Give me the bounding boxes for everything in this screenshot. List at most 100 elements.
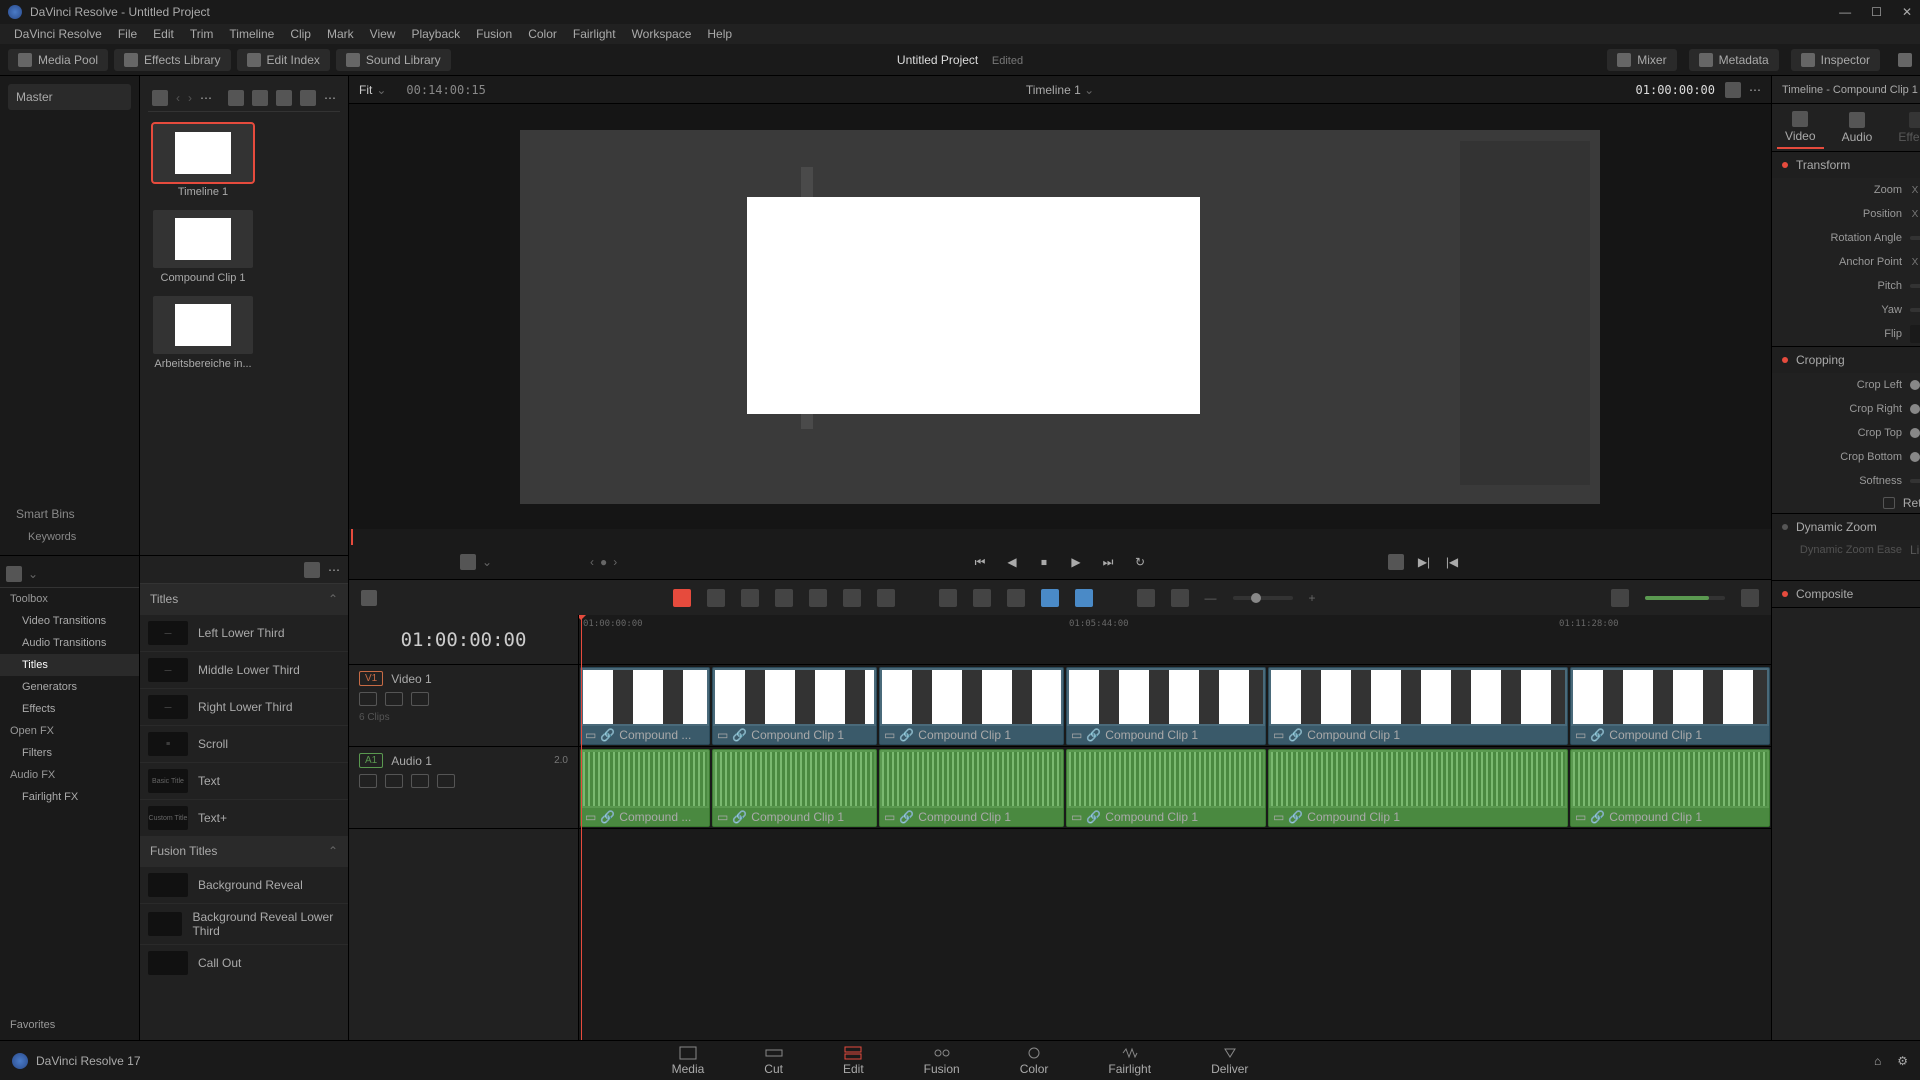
insp-tab-video[interactable]: Video xyxy=(1777,107,1823,149)
timeline-ruler[interactable]: 01:00:00:00 01:05:44:00 01:11:28:00 xyxy=(579,615,1771,665)
audio-lane[interactable]: ▭🔗Compound ...▭🔗Compound Clip 1▭🔗Compoun… xyxy=(579,747,1771,829)
dim-button[interactable] xyxy=(1741,589,1759,607)
transform-header[interactable]: Transform◆↺ xyxy=(1772,152,1920,178)
lock-audio-icon[interactable] xyxy=(359,774,377,788)
zoom-slider[interactable] xyxy=(1233,596,1293,600)
tree-toolbox[interactable]: Toolbox xyxy=(0,588,139,610)
timeline-playhead[interactable] xyxy=(581,615,582,1040)
lock-icon[interactable] xyxy=(1007,589,1025,607)
minimize-button[interactable]: — xyxy=(1839,5,1851,19)
lock-track-icon[interactable] xyxy=(359,692,377,706)
fusion-bg-reveal-lower[interactable]: Background Reveal Lower Third xyxy=(140,903,348,944)
breadcrumb-dots[interactable]: ⋯ xyxy=(200,91,212,105)
viewer-scrubber[interactable] xyxy=(349,529,1771,545)
insp-tab-effects[interactable]: Effects xyxy=(1890,108,1920,148)
fusion-bg-reveal[interactable]: Background Reveal xyxy=(140,866,348,903)
composite-header[interactable]: Composite◆↺ xyxy=(1772,581,1920,607)
tree-favorites[interactable]: Favorites xyxy=(0,1014,139,1036)
flip-h-button[interactable] xyxy=(1910,325,1920,343)
auto-select-audio-icon[interactable] xyxy=(385,774,403,788)
menu-playback[interactable]: Playback xyxy=(405,27,466,41)
menu-clip[interactable]: Clip xyxy=(284,27,317,41)
page-deliver[interactable]: Deliver xyxy=(1211,1046,1248,1076)
crop-bottom-slider[interactable] xyxy=(1910,455,1920,459)
dynamic-zoom-header[interactable]: Dynamic Zoom↺ xyxy=(1772,514,1920,540)
selection-tool[interactable] xyxy=(673,589,691,607)
menu-timeline[interactable]: Timeline xyxy=(223,27,280,41)
next-clip-button[interactable]: ▶| xyxy=(1416,554,1432,570)
page-fairlight[interactable]: Fairlight xyxy=(1108,1046,1151,1076)
flag-icon[interactable] xyxy=(1041,589,1059,607)
prev-clip-button[interactable]: |◀ xyxy=(1444,554,1460,570)
retain-checkbox[interactable] xyxy=(1883,497,1895,509)
tree-audiofx[interactable]: Audio FX xyxy=(0,764,139,786)
prev-edit-icon[interactable]: ‹ xyxy=(590,555,594,569)
dynamic-trim-tool[interactable] xyxy=(741,589,759,607)
page-color[interactable]: Color xyxy=(1020,1046,1049,1076)
video-clip[interactable]: ▭🔗Compound Clip 1 xyxy=(879,667,1064,745)
blade-tool[interactable] xyxy=(775,589,793,607)
menu-mark[interactable]: Mark xyxy=(321,27,360,41)
rotation-slider[interactable] xyxy=(1910,236,1920,240)
video-track-header[interactable]: V1 Video 1 6 Clips xyxy=(349,665,578,747)
cropping-header[interactable]: Cropping◆↺ xyxy=(1772,347,1920,373)
audio-clip[interactable]: ▭🔗Compound Clip 1 xyxy=(1570,749,1770,827)
link-icon[interactable] xyxy=(973,589,991,607)
thumb-view-icon[interactable] xyxy=(252,90,268,106)
solo-icon[interactable] xyxy=(411,774,429,788)
viewer[interactable] xyxy=(349,104,1771,529)
inspector-tab[interactable]: Inspector xyxy=(1791,49,1880,71)
marker-icon[interactable] xyxy=(1075,589,1093,607)
menu-file[interactable]: File xyxy=(112,27,143,41)
fx-options-icon[interactable]: ⋯ xyxy=(328,563,340,577)
a1-badge[interactable]: A1 xyxy=(359,753,383,768)
fusion-callout[interactable]: Call Out xyxy=(140,944,348,981)
page-cut[interactable]: Cut xyxy=(764,1046,783,1076)
crop-top-slider[interactable] xyxy=(1910,431,1920,435)
tree-video-trans[interactable]: Video Transitions xyxy=(0,610,139,632)
search-icon[interactable] xyxy=(300,90,316,106)
auto-select-icon[interactable] xyxy=(385,692,403,706)
maximize-button[interactable]: ☐ xyxy=(1871,5,1882,19)
viewer-options-icon[interactable]: ⋯ xyxy=(1749,83,1761,97)
menu-davinci[interactable]: DaVinci Resolve xyxy=(8,27,108,41)
bypass-icon[interactable] xyxy=(1725,82,1741,98)
audio-track-header[interactable]: A1 Audio 1 2.0 xyxy=(349,747,578,829)
match-frame-icon[interactable] xyxy=(1388,554,1404,570)
audio-clip[interactable]: ▭🔗Compound Clip 1 xyxy=(1268,749,1568,827)
close-button[interactable]: ✕ xyxy=(1902,5,1912,19)
pitch-slider[interactable] xyxy=(1910,284,1920,288)
nav-back-icon[interactable]: ‹ xyxy=(176,91,180,105)
audio-clip[interactable]: ▭🔗Compound Clip 1 xyxy=(879,749,1064,827)
menu-color[interactable]: Color xyxy=(522,27,563,41)
tree-generators[interactable]: Generators xyxy=(0,676,139,698)
home-icon[interactable]: ⌂ xyxy=(1874,1054,1881,1068)
tree-audio-trans[interactable]: Audio Transitions xyxy=(0,632,139,654)
title-scroll[interactable]: ≡Scroll xyxy=(140,725,348,762)
timeline-tracks[interactable]: 01:00:00:00 01:05:44:00 01:11:28:00 ▭🔗Co… xyxy=(579,615,1771,1040)
menu-help[interactable]: Help xyxy=(701,27,738,41)
title-left-lower[interactable]: —Left Lower Third xyxy=(140,614,348,651)
options-icon[interactable]: ⋯ xyxy=(324,91,336,105)
sort-icon[interactable] xyxy=(276,90,292,106)
audio-clip[interactable]: ▭🔗Compound ... xyxy=(580,749,710,827)
audio-clip[interactable]: ▭🔗Compound Clip 1 xyxy=(1066,749,1266,827)
prev-frame-button[interactable]: ◀ xyxy=(1004,554,1020,570)
menu-fusion[interactable]: Fusion xyxy=(470,27,518,41)
overwrite-tool[interactable] xyxy=(843,589,861,607)
menu-fairlight[interactable]: Fairlight xyxy=(567,27,622,41)
replace-tool[interactable] xyxy=(877,589,895,607)
menu-trim[interactable]: Trim xyxy=(184,27,220,41)
insert-tool[interactable] xyxy=(809,589,827,607)
tree-effects[interactable]: Effects xyxy=(0,698,139,720)
page-media[interactable]: Media xyxy=(672,1046,705,1076)
ease-dropdown[interactable]: Linear xyxy=(1910,543,1920,557)
tree-filters[interactable]: Filters xyxy=(0,742,139,764)
volume-slider[interactable] xyxy=(1645,596,1725,600)
clip-compound-1[interactable]: Compound Clip 1 xyxy=(148,210,258,284)
video-clip[interactable]: ▭🔗Compound Clip 1 xyxy=(1268,667,1568,745)
title-text-plus[interactable]: Custom TitleText+ xyxy=(140,799,348,836)
keywords-bin[interactable]: Keywords xyxy=(8,527,131,547)
disable-track-icon[interactable] xyxy=(411,692,429,706)
menu-view[interactable]: View xyxy=(364,27,402,41)
